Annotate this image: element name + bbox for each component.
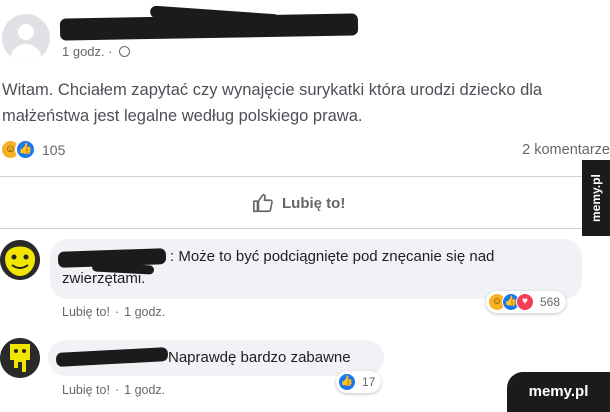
- like-reaction-icon: 👍: [15, 139, 36, 160]
- comment-text: Naprawdę bardzo zabawne: [168, 349, 351, 366]
- globe-icon: [119, 46, 131, 57]
- avatar-body-shape: [10, 44, 42, 62]
- comment-actions: Lubię to! · 1 godz.: [62, 305, 166, 319]
- comment-reaction-count: 568: [540, 295, 561, 309]
- drip-avatar-icon: [0, 338, 40, 378]
- comment-time[interactable]: 1 godz.: [124, 305, 165, 319]
- comment-reactions[interactable]: 👍 17: [336, 371, 382, 393]
- watermark-bottom: memy.pl: [507, 372, 610, 412]
- author-avatar[interactable]: [2, 14, 50, 62]
- comment-avatar[interactable]: [0, 240, 40, 280]
- avatar-head-shape: [18, 24, 34, 40]
- comment-actions: Lubię to! · 1 godz.: [62, 383, 166, 397]
- watermark-side: memy.pl: [582, 160, 610, 236]
- post-time[interactable]: 1 godz. ·: [62, 44, 113, 59]
- comments-count[interactable]: 2 komentarze: [522, 142, 610, 158]
- reaction-count: 105: [42, 142, 66, 158]
- like-button[interactable]: Lubię to!: [252, 190, 345, 216]
- like-reaction-icon: 👍: [338, 373, 356, 391]
- comment-reaction-count: 17: [362, 375, 376, 389]
- love-reaction-icon: ♥: [516, 293, 534, 311]
- post-text: Witam. Chciałem zapytać czy wynajęcie su…: [2, 81, 543, 125]
- divider-top: [0, 176, 582, 177]
- like-button-label: Lubię to!: [282, 194, 346, 212]
- comment-avatar[interactable]: [0, 338, 40, 378]
- comment-time[interactable]: 1 godz.: [124, 383, 165, 397]
- divider-bottom: [0, 228, 582, 229]
- smiley-avatar-icon: [0, 240, 40, 280]
- thumbs-up-icon: [253, 193, 273, 213]
- comment-reactions[interactable]: ☺ 👍 ♥ 568: [486, 291, 567, 313]
- post-meta: 1 godz. ·: [62, 44, 131, 59]
- comment-like-link[interactable]: Lubię to!: [62, 383, 110, 397]
- comment-like-link[interactable]: Lubię to!: [62, 305, 110, 319]
